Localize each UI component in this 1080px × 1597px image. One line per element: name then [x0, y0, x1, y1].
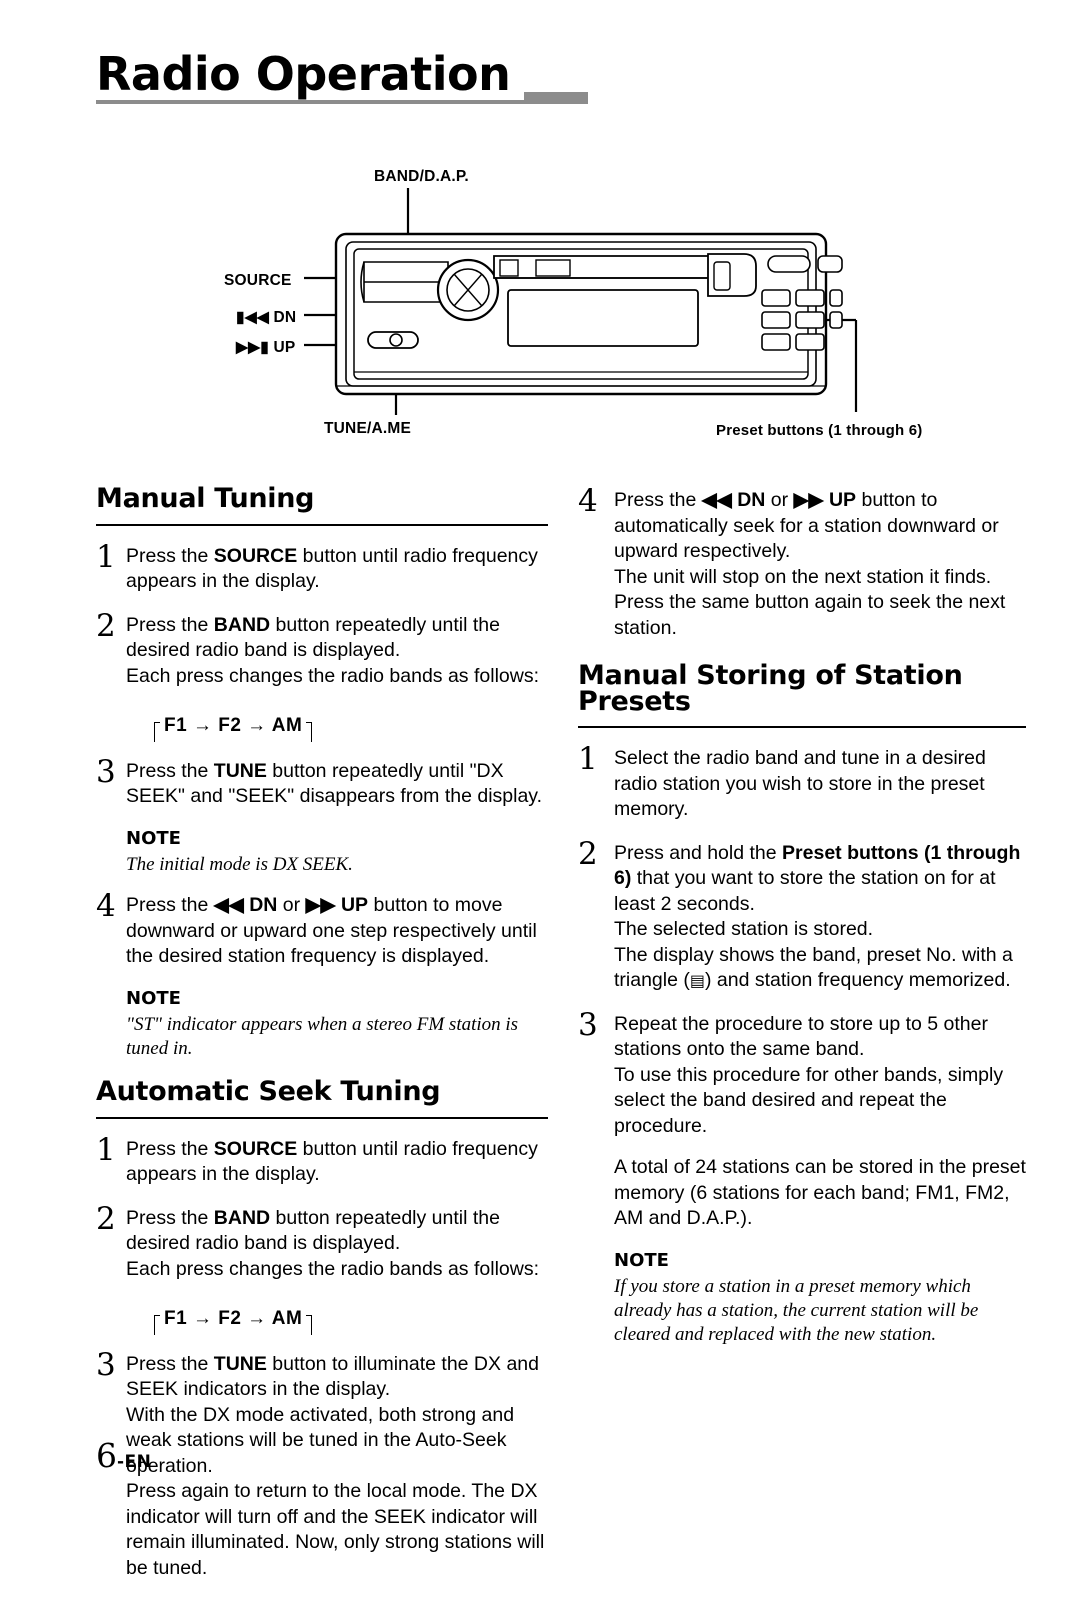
label-tune-ame: TUNE/A.ME	[324, 420, 412, 437]
note-heading: NOTE	[126, 827, 181, 849]
page-title: Radio Operation	[96, 48, 525, 100]
step-number: 3	[578, 1006, 598, 1043]
label-band-dap: BAND/D.A.P.	[374, 168, 469, 185]
step-number: 4	[96, 888, 116, 924]
section-rule	[96, 1116, 548, 1119]
page-number: 6	[96, 1436, 117, 1475]
step-number: 3	[96, 753, 116, 790]
note-text: The initial mode is DX SEEK.	[126, 854, 353, 875]
step-item: 2 Press and hold the Preset buttons (1 t…	[578, 835, 1026, 994]
step-text: Select the radio band and tune in a desi…	[614, 747, 986, 820]
step-number: 2	[96, 1200, 116, 1237]
step-number: 2	[96, 607, 116, 644]
step-text: Press the SOURCE button until radio freq…	[126, 544, 538, 593]
note-text: "ST" indicator appears when a stereo FM …	[126, 1014, 519, 1059]
step-text: Press the BAND button repeatedly until t…	[126, 1206, 539, 1280]
label-up-text: UP	[273, 339, 296, 356]
total-stations-paragraph: A total of 24 stations can be stored in …	[614, 1156, 1026, 1229]
note-heading: NOTE	[614, 1249, 669, 1271]
section-rule	[578, 726, 1026, 728]
section-heading-manual-storing: Manual Storing of Station Presets	[578, 660, 963, 717]
rewind-icon: ▮◀◀	[236, 309, 269, 326]
step-text: Press the SOURCE button until radio freq…	[126, 1137, 538, 1186]
step-item: 3 Repeat the procedure to store up to 5 …	[578, 1006, 1026, 1140]
step-item: 2 Press the BAND button repeatedly until…	[96, 607, 548, 690]
step-number: 2	[578, 835, 598, 872]
step-text: Press the BAND button repeatedly until t…	[126, 613, 539, 687]
step-number: 1	[96, 1131, 116, 1168]
step-item: 2 Press the BAND button repeatedly until…	[96, 1200, 548, 1283]
left-column: Manual Tuning 1 Press the SOURCE button …	[96, 483, 548, 1597]
step-text: Press the ◀◀ DN or ▶▶ UP button to move …	[126, 894, 537, 967]
band-sequence-text: F1 → F2 → AM	[160, 1308, 307, 1329]
band-sequence-box: F1 → F2 → AM	[154, 713, 313, 742]
step-item: 1 Press the SOURCE button until radio fr…	[96, 538, 548, 595]
label-dn-text: DN	[273, 309, 297, 326]
note-text: If you store a station in a preset memor…	[614, 1276, 979, 1345]
page-footer: 6-EN	[96, 1436, 151, 1475]
right-column: 4 Press the ◀◀ DN or ▶▶ UP button to aut…	[578, 486, 1026, 1361]
step-text: Press the ◀◀ DN or ▶▶ UP button to autom…	[614, 489, 1006, 639]
label-up: ▶▶▮ UP	[236, 338, 295, 357]
step-number: 1	[578, 741, 598, 777]
note-heading: NOTE	[126, 987, 181, 1009]
step-number: 4	[578, 483, 598, 519]
page-language-code: -EN	[117, 1452, 152, 1472]
step-item: 4 Press the ◀◀ DN or ▶▶ UP button to mov…	[96, 891, 548, 970]
step-text: Press the TUNE button repeatedly until "…	[126, 759, 543, 808]
section-heading-manual-tuning: Manual Tuning	[96, 483, 315, 514]
head-unit-illustration	[304, 188, 858, 415]
step-text: Repeat the procedure to store up to 5 ot…	[614, 1012, 1004, 1137]
section-rule	[96, 523, 548, 526]
label-source: SOURCE	[224, 272, 292, 289]
label-dn: ▮◀◀ DN	[236, 308, 296, 327]
fast-forward-icon: ▶▶▮	[236, 339, 269, 356]
step-number: 1	[96, 538, 116, 575]
step-text: Press the TUNE button to illuminate the …	[126, 1352, 545, 1579]
step-item: 3 Press the TUNE button to illuminate th…	[96, 1346, 548, 1582]
step-item: 1 Select the radio band and tune in a de…	[578, 744, 1026, 823]
step-item: 3 Press the TUNE button repeatedly until…	[96, 753, 548, 810]
band-sequence-text: F1 → F2 → AM	[160, 715, 307, 736]
band-sequence-box: F1 → F2 → AM	[154, 1306, 313, 1335]
label-preset-buttons: Preset buttons (1 through 6)	[716, 422, 923, 439]
step-text: Press and hold the Preset buttons (1 thr…	[614, 841, 1021, 992]
page-title-block: Radio Operation	[96, 48, 986, 104]
head-unit-diagram: BAND/D.A.P. SOURCE ▮◀◀ DN ▶▶▮ UP TUNE/A.…	[96, 150, 986, 460]
step-number: 3	[96, 1346, 116, 1383]
manual-page: Radio Operation BAND/D.A.P. SOURCE ▮◀◀ D…	[0, 0, 1080, 1579]
step-item: 1 Press the SOURCE button until radio fr…	[96, 1131, 548, 1188]
step-item: 4 Press the ◀◀ DN or ▶▶ UP button to aut…	[578, 486, 1026, 641]
section-heading-automatic-seek-tuning: Automatic Seek Tuning	[96, 1076, 441, 1107]
